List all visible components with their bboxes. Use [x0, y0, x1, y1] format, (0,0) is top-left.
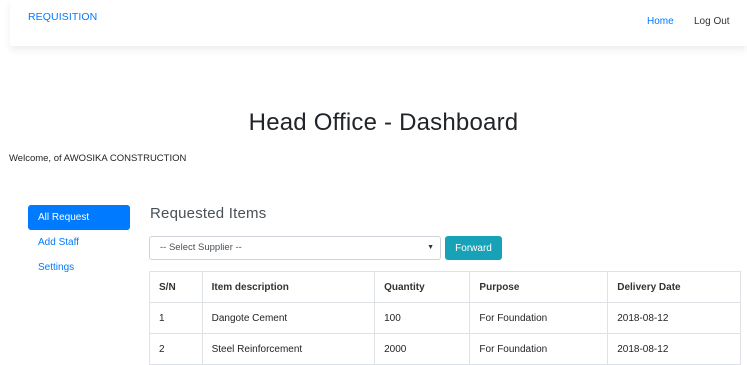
table-row: 1 Dangote Cement 100 For Foundation 2018… [149, 302, 741, 334]
forward-button[interactable]: Forward [445, 236, 502, 260]
header-sn: S/N [149, 271, 203, 303]
cell-quantity: 100 [374, 302, 471, 334]
caret-down-icon: ▼ [427, 244, 434, 251]
supplier-select-value: -- Select Supplier -- [160, 242, 242, 253]
sidebar-item-add-staff[interactable]: Add Staff [28, 230, 130, 255]
section-title: Requested Items [150, 205, 267, 222]
top-navbar: REQUISITION Home Log Out [10, 0, 747, 46]
cell-sn: 1 [149, 302, 203, 334]
table-header-row: S/N Item description Quantity Purpose De… [149, 271, 741, 303]
cell-item-description: Dangote Cement [201, 302, 376, 334]
welcome-message: Welcome, of AWOSIKA CONSTRUCTION [9, 153, 187, 164]
brand-link[interactable]: REQUISITION [28, 11, 97, 23]
header-purpose: Purpose [469, 271, 609, 303]
cell-quantity: 2000 [374, 333, 471, 365]
sidebar-item-all-request[interactable]: All Request [28, 205, 130, 230]
cell-purpose: For Foundation [469, 302, 609, 334]
table-row: 2 Steel Reinforcement 2000 For Foundatio… [149, 333, 741, 365]
page-title: Head Office - Dashboard [248, 109, 519, 136]
cell-purpose: For Foundation [469, 333, 609, 365]
header-item-description: Item description [201, 271, 376, 303]
cell-item-description: Steel Reinforcement [201, 333, 376, 365]
sidebar-item-settings[interactable]: Settings [28, 255, 130, 280]
supplier-select[interactable]: -- Select Supplier -- ▼ [149, 236, 441, 260]
cell-delivery-date: 2018-08-12 [607, 333, 741, 365]
header-quantity: Quantity [374, 271, 471, 303]
header-delivery-date: Delivery Date [607, 271, 741, 303]
cell-sn: 2 [149, 333, 203, 365]
cell-delivery-date: 2018-08-12 [607, 302, 741, 334]
nav-home-link[interactable]: Home [647, 16, 674, 27]
sidebar: All Request Add Staff Settings [28, 205, 130, 280]
nav-logout-link[interactable]: Log Out [694, 16, 730, 27]
requested-items-table: S/N Item description Quantity Purpose De… [149, 271, 741, 365]
